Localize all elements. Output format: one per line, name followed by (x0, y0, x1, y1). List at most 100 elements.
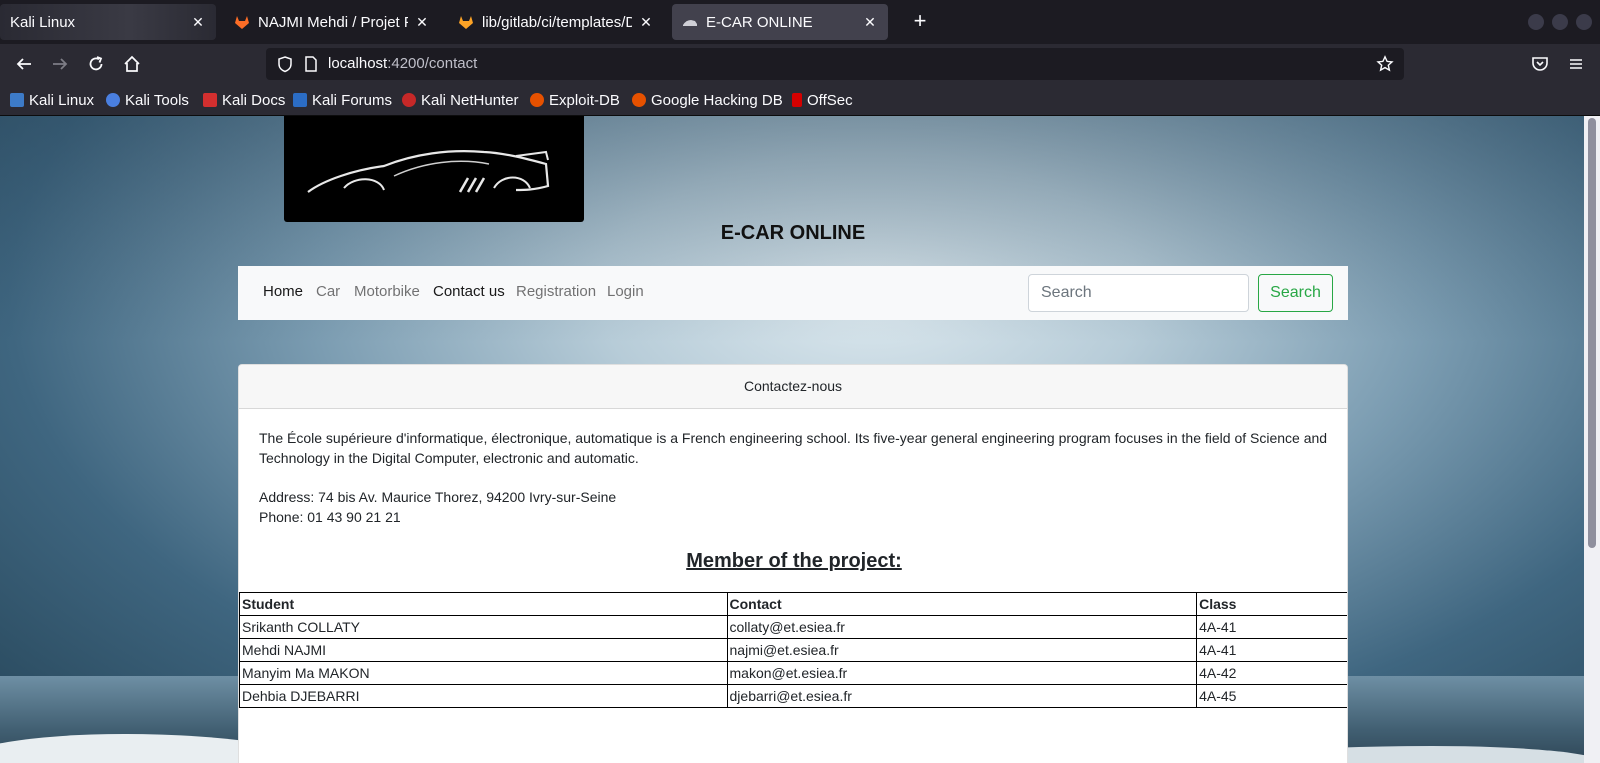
student-cell: Manyim Ma MAKON (239, 661, 728, 685)
bookmark-kali-docs[interactable]: Kali Docs (203, 90, 285, 110)
tab-gitlab-templates[interactable]: lib/gitlab/ci/templates/Do ✕ (448, 4, 664, 40)
maximize-window-button[interactable] (1552, 14, 1568, 30)
bookmarks-toolbar: Kali Linux Kali Tools Kali Docs Kali For… (0, 84, 1600, 116)
url-path: :4200/contact (387, 55, 478, 72)
page-icon[interactable] (302, 55, 320, 73)
school-description: The École supérieure d'informatique, éle… (259, 430, 1328, 466)
bookmark-label: Kali Forums (312, 91, 393, 109)
sports-car-logo-icon (307, 150, 550, 193)
search-button[interactable]: Search (1258, 274, 1333, 312)
bookmark-label: Kali Linux (29, 91, 95, 109)
bookmark-exploit-db[interactable]: Exploit-DB (530, 90, 620, 110)
close-tab-icon[interactable]: ✕ (862, 14, 878, 31)
bookmark-kali-forums[interactable]: Kali Forums (293, 90, 392, 110)
contact-card: Contactez-nous The École supérieure d'in… (238, 364, 1348, 763)
tab-title: E-CAR ONLINE (706, 13, 813, 31)
tab-kali-linux[interactable]: Kali Linux ✕ (0, 4, 216, 40)
bookmark-label: Google Hacking DB (651, 91, 783, 109)
tab-title: NAJMI Mehdi / Projet Full_ (258, 13, 408, 31)
url-host: localhost (328, 55, 388, 72)
class-cell: 4A-42 (1196, 661, 1347, 685)
menu-button[interactable] (1564, 52, 1588, 76)
back-button[interactable] (12, 52, 36, 76)
class-cell: 4A-45 (1196, 684, 1347, 708)
new-tab-button[interactable]: + (908, 10, 932, 34)
shield-icon[interactable] (276, 55, 294, 73)
bookmark-google-hacking-db[interactable]: Google Hacking DB (632, 90, 783, 110)
close-tab-icon[interactable]: ✕ (414, 14, 430, 31)
student-cell: Dehbia DJEBARRI (239, 684, 728, 708)
forward-button[interactable] (48, 52, 72, 76)
card-header: Contactez-nous (239, 365, 1347, 409)
home-button[interactable] (120, 52, 144, 76)
nav-home[interactable]: Home (263, 283, 303, 300)
members-table: Student Contact Class Srikanth COLLATY c… (239, 592, 1347, 708)
close-window-button[interactable] (1576, 14, 1592, 30)
back-arrow-icon (16, 58, 31, 70)
url-text[interactable]: localhost:4200/contact (328, 55, 477, 72)
column-header: Class (1196, 592, 1347, 616)
bookmark-label: Exploit-DB (549, 91, 620, 109)
scrollbar-thumb[interactable] (1588, 118, 1596, 548)
offsec-icon (792, 93, 802, 107)
tab-title: lib/gitlab/ci/templates/Do (482, 13, 632, 31)
gitlab-icon (235, 16, 249, 29)
class-cell: 4A-41 (1196, 638, 1347, 662)
main-navbar: Home Car Motorbike Contact us Registrati… (238, 266, 1348, 320)
bookmark-kali-nethunter[interactable]: Kali NetHunter (402, 90, 519, 110)
table-row: Srikanth COLLATY collaty@et.esiea.fr 4A-… (239, 615, 1347, 639)
forward-arrow-icon (53, 58, 68, 70)
column-header: Student (239, 592, 728, 616)
contact-cell: collaty@et.esiea.fr (726, 615, 1198, 639)
page-viewport: E-CAR ONLINE Home Car Motorbike Contact … (0, 116, 1584, 763)
reload-icon (89, 56, 103, 71)
nav-car[interactable]: Car (316, 283, 340, 300)
table-header-row: Student Contact Class (239, 592, 1347, 616)
close-tab-icon[interactable]: ✕ (190, 14, 206, 31)
nav-motorbike[interactable]: Motorbike (354, 283, 420, 300)
pocket-icon (1532, 57, 1548, 71)
nethunter-icon (402, 93, 416, 107)
bookmark-offsec[interactable]: OffSec (792, 90, 853, 110)
contact-cell: najmi@et.esiea.fr (726, 638, 1198, 662)
site-title: E-CAR ONLINE (720, 222, 866, 244)
contact-cell: djebarri@et.esiea.fr (726, 684, 1198, 708)
address-text: Address: 74 bis Av. Maurice Thorez, 9420… (259, 489, 617, 505)
table-row: Dehbia DJEBARRI djebarri@et.esiea.fr 4A-… (239, 684, 1347, 708)
reload-button[interactable] (84, 52, 108, 76)
bookmark-kali-linux[interactable]: Kali Linux (10, 90, 94, 110)
phone-text: Phone: 01 43 90 21 21 (259, 509, 401, 525)
tab-e-car-online[interactable]: E-CAR ONLINE ✕ (672, 4, 888, 40)
nav-contact-us[interactable]: Contact us (433, 283, 505, 300)
car-icon (683, 20, 697, 26)
bookmark-label: OffSec (807, 91, 853, 109)
gitlab-icon (459, 16, 473, 29)
kali-dragon-icon (10, 93, 24, 107)
ghdb-icon (632, 93, 646, 107)
bookmark-label: Kali Tools (125, 91, 189, 109)
kali-docs-icon (203, 93, 217, 107)
search-input[interactable] (1028, 274, 1249, 312)
bookmark-kali-tools[interactable]: Kali Tools (106, 90, 189, 110)
nav-registration[interactable]: Registration (516, 283, 596, 300)
kali-forums-icon (293, 93, 307, 107)
address-bar[interactable]: localhost:4200/contact (266, 48, 1404, 80)
column-header: Contact (726, 592, 1198, 616)
bookmark-label: Kali Docs (222, 91, 286, 109)
table-row: Mehdi NAJMI najmi@et.esiea.fr 4A-41 (239, 638, 1347, 662)
tab-strip: Kali Linux ✕ NAJMI Mehdi / Projet Full_ … (0, 0, 1600, 44)
exploit-db-icon (530, 93, 544, 107)
minimize-window-button[interactable] (1528, 14, 1544, 30)
kali-tools-icon (106, 93, 120, 107)
hamburger-menu-icon (1570, 59, 1582, 69)
site-logo[interactable] (284, 116, 584, 222)
student-cell: Mehdi NAJMI (239, 638, 728, 662)
nav-login[interactable]: Login (607, 283, 644, 300)
bookmark-star-icon[interactable] (1376, 55, 1394, 73)
pocket-button[interactable] (1528, 52, 1552, 76)
close-tab-icon[interactable]: ✕ (638, 14, 654, 31)
table-row: Manyim Ma MAKON makon@et.esiea.fr 4A-42 (239, 661, 1347, 685)
bookmark-label: Kali NetHunter (421, 91, 519, 109)
contact-details: Address: 74 bis Av. Maurice Thorez, 9420… (259, 487, 616, 527)
tab-gitlab-project[interactable]: NAJMI Mehdi / Projet Full_ ✕ (224, 4, 440, 40)
